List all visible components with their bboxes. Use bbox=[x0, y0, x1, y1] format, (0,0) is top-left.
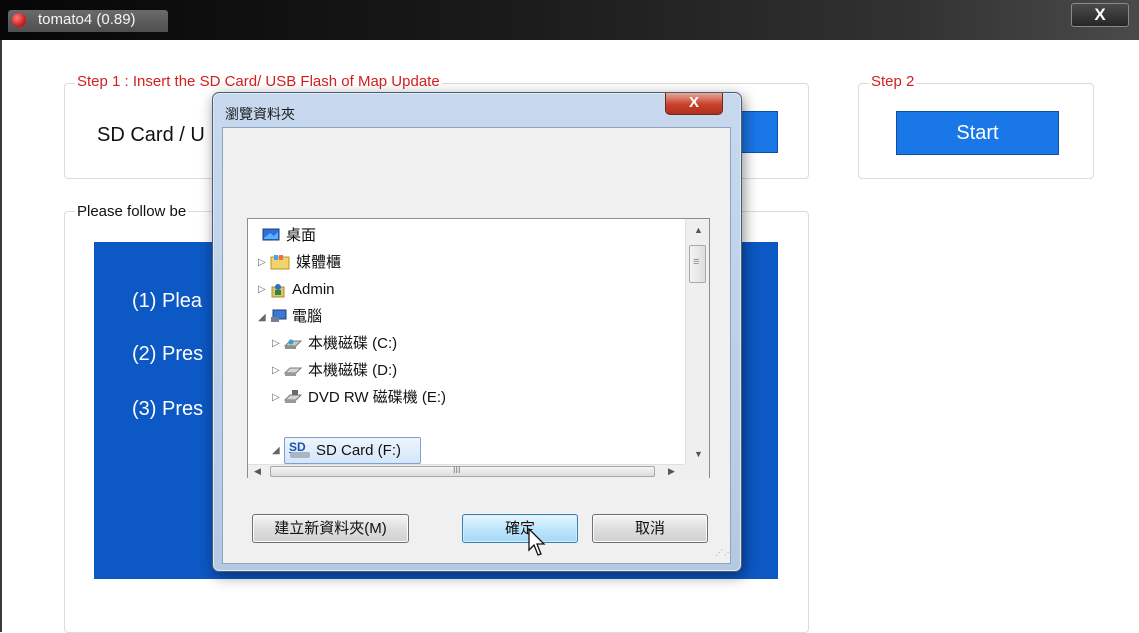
scroll-down-icon[interactable]: ▼ bbox=[694, 449, 703, 459]
sd-card-icon: SD bbox=[288, 438, 314, 462]
title-bar: tomato4 (0.89) X bbox=[0, 0, 1139, 40]
expand-arrow-icon[interactable]: ▷ bbox=[258, 277, 266, 302]
instruction-line-1: (1) Plea bbox=[132, 290, 203, 312]
tree-item-label: 媒體櫃 bbox=[296, 254, 342, 271]
user-folder-icon bbox=[271, 284, 285, 298]
new-folder-button[interactable]: 建立新資料夾(M) bbox=[252, 514, 409, 543]
tree-item-label: 電腦 bbox=[292, 308, 323, 325]
vertical-scroll-thumb[interactable]: ≡ bbox=[689, 245, 706, 283]
tree-item-sd-card[interactable]: ◢ SD SD Card (F:) bbox=[272, 437, 472, 464]
tree-item-label: 本機磁碟 (C:) bbox=[308, 335, 398, 352]
expand-arrow-icon[interactable]: ▷ bbox=[272, 385, 280, 410]
scroll-right-icon[interactable]: ▶ bbox=[668, 466, 675, 477]
dialog-title: 瀏覽資料夾 bbox=[225, 106, 295, 122]
expand-arrow-icon[interactable]: ▷ bbox=[272, 358, 280, 383]
window-close-button[interactable]: X bbox=[1071, 3, 1129, 27]
expand-arrow-icon[interactable]: ▷ bbox=[258, 250, 266, 275]
cancel-button[interactable]: 取消 bbox=[592, 514, 708, 543]
tree-item-label: 桌面 bbox=[286, 227, 317, 244]
tree-item-label: 本機磁碟 (D:) bbox=[308, 362, 398, 379]
tree-item-label: DVD RW 磁碟機 (E:) bbox=[308, 389, 447, 406]
start-button[interactable]: Start bbox=[896, 111, 1059, 155]
horizontal-scroll-thumb[interactable]: III bbox=[270, 465, 655, 477]
system-drive-icon bbox=[284, 339, 302, 349]
instruction-line-2: (2) Pres bbox=[132, 343, 204, 365]
desktop-icon bbox=[262, 228, 280, 241]
computer-icon bbox=[271, 309, 287, 322]
folder-tree[interactable]: 桌面 ▷ 媒體櫃 ▷ Admin ◢ 電腦 ▷ 本機磁碟 (C:) ▷ 本機磁碟… bbox=[247, 218, 710, 478]
scrollbar-corner bbox=[685, 464, 709, 478]
scroll-left-icon[interactable]: ◀ bbox=[254, 466, 261, 477]
drive-icon bbox=[284, 367, 302, 376]
instruction-line-3: (3) Pres bbox=[132, 398, 204, 420]
mouse-pointer-icon bbox=[528, 528, 546, 556]
tomato-app-icon bbox=[12, 13, 26, 27]
instructions-title: Please follow be bbox=[75, 203, 189, 220]
expand-arrow-icon[interactable]: ▷ bbox=[272, 331, 280, 356]
collapse-arrow-icon[interactable]: ◢ bbox=[258, 305, 266, 330]
tree-item-label: SD Card (F:) bbox=[316, 442, 402, 459]
tree-item-label: Admin bbox=[292, 281, 335, 298]
step2-group: Step 2 Start bbox=[858, 73, 1094, 179]
scroll-up-icon[interactable]: ▲ bbox=[694, 225, 703, 235]
dvd-drive-icon bbox=[284, 390, 302, 403]
ok-button[interactable]: 確定 bbox=[462, 514, 578, 543]
horizontal-scrollbar[interactable]: ◀ III ▶ bbox=[248, 464, 685, 478]
vertical-scrollbar[interactable]: ▲ ≡ ▼ bbox=[685, 219, 709, 464]
library-icon bbox=[270, 255, 290, 270]
dialog-close-button[interactable]: X bbox=[665, 93, 723, 115]
collapse-arrow-icon[interactable]: ◢ bbox=[272, 438, 280, 463]
device-label: SD Card / U bbox=[97, 124, 205, 146]
resize-grip-icon[interactable]: ⋰⋰ bbox=[715, 548, 733, 557]
step2-title: Step 2 bbox=[869, 73, 917, 90]
step1-title: Step 1 : Insert the SD Card/ USB Flash o… bbox=[75, 73, 442, 90]
window-title: tomato4 (0.89) bbox=[38, 11, 136, 28]
dialog-client-area: 桌面 ▷ 媒體櫃 ▷ Admin ◢ 電腦 ▷ 本機磁碟 (C:) ▷ 本機磁碟… bbox=[222, 127, 733, 564]
browse-folder-dialog: 瀏覽資料夾 X 桌面 ▷ 媒體櫃 ▷ Admin ◢ 電腦 ▷ 本機磁碟 (C:… bbox=[212, 92, 742, 572]
